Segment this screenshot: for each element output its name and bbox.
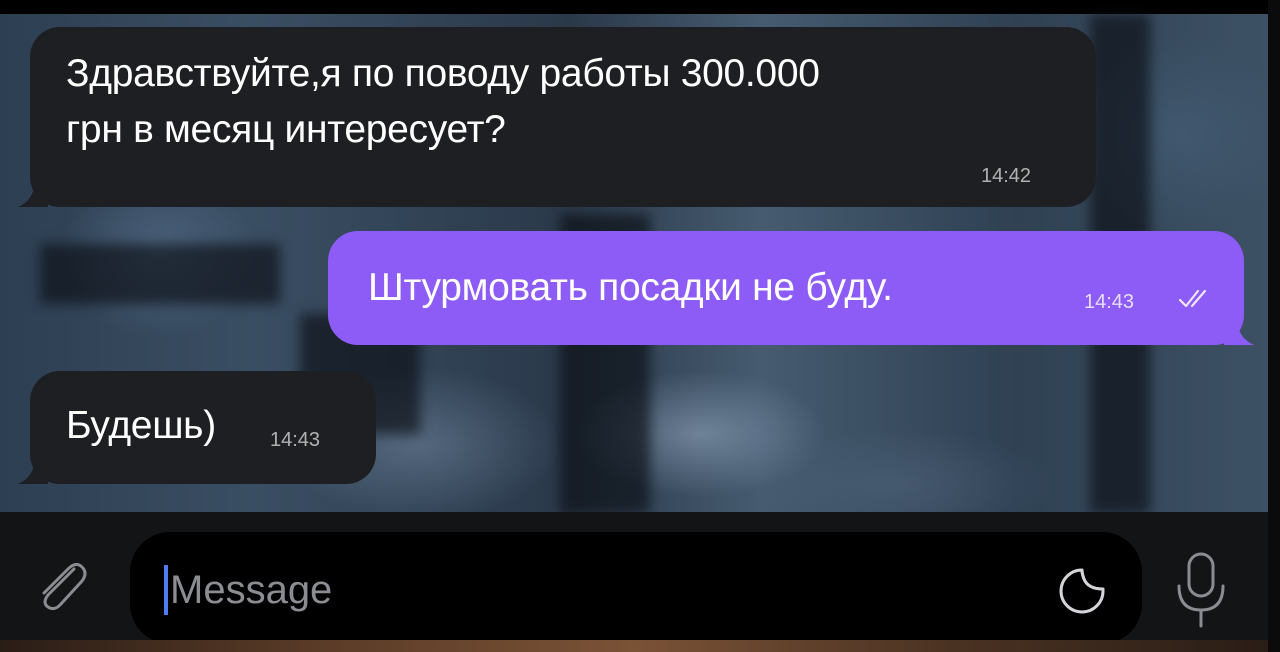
sticker-button[interactable]: [1056, 565, 1108, 617]
message-bubble-incoming[interactable]: Будешь) 14:43: [18, 371, 376, 484]
bottom-edge: [0, 640, 1268, 652]
message-time: 14:42: [981, 165, 1032, 187]
message-text: Будешь): [66, 398, 376, 454]
double-check-icon: [1178, 289, 1207, 308]
message-line: Здравствуйте,я по поводу работы 300.000: [66, 52, 820, 95]
bubble-tail-icon: [18, 179, 48, 207]
message-bubble-incoming[interactable]: Здравствуйте,я по поводу работы 300.000 …: [18, 27, 1096, 207]
message-line: Будешь): [66, 404, 216, 447]
message-bubble-outgoing[interactable]: Штурмовать посадки не буду. 14:43: [328, 231, 1254, 345]
message-time: 14:43: [270, 429, 321, 451]
message-input[interactable]: [164, 562, 1030, 618]
paperclip-icon: [42, 562, 87, 611]
message-line: грн в месяц интересует?: [66, 108, 506, 151]
attach-button[interactable]: [30, 555, 92, 617]
sticker-icon: [1059, 568, 1105, 614]
message-time: 14:43: [1084, 291, 1135, 313]
message-input-box[interactable]: [130, 532, 1142, 644]
microphone-icon: [1177, 552, 1225, 628]
message-composer: [0, 512, 1268, 644]
bubble-tail-icon: [18, 456, 48, 484]
message-text: Здравствуйте,я по поводу работы 300.000 …: [66, 46, 1096, 158]
chat-screen: Здравствуйте,я по поводу работы 300.000 …: [0, 0, 1280, 652]
bubble-tail-icon: [1224, 317, 1254, 345]
voice-message-button[interactable]: [1170, 548, 1232, 632]
right-edge: [1268, 0, 1280, 652]
